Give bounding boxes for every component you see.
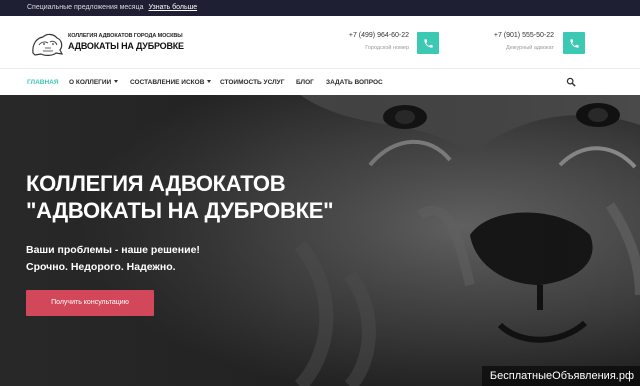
duty-phone-number[interactable]: +7 (901) 555-50-22: [494, 32, 554, 39]
city-phone: +7 (499) 964-60-22 Городской номер: [349, 32, 409, 51]
announcement-text: Специальные предложения месяца: [27, 4, 144, 11]
lion-background-image: [0, 95, 640, 386]
hero-subtitle-line-2: Срочно. Недорого. Надежно.: [26, 261, 176, 273]
logo-subtitle: КОЛЛЕГИЯ АДВОКАТОВ ГОРОДА МОСКВЫ: [68, 33, 183, 39]
nav-item-blog[interactable]: БЛОГ: [296, 69, 314, 96]
nav-item-label: СТОИМОСТЬ УСЛУГ: [220, 79, 285, 86]
nav-item-about[interactable]: О КОЛЛЕГИИ: [69, 69, 119, 96]
duty-phone-label: Дежурный адвокат: [506, 45, 554, 51]
get-consultation-button[interactable]: Получить консультацию: [26, 290, 154, 316]
nav-item-label: ГЛАВНАЯ: [27, 79, 59, 86]
hero-banner: КОЛЛЕГИЯ АДВОКАТОВ "АДВОКАТЫ НА ДУБРОВКЕ…: [0, 95, 640, 386]
nav-item-label: БЛОГ: [296, 79, 314, 86]
hero-title: КОЛЛЕГИЯ АДВОКАТОВ "АДВОКАТЫ НА ДУБРОВКЕ…: [26, 170, 334, 224]
city-call-button[interactable]: [417, 32, 439, 54]
site-header: КОЛЛЕГИЯ АДВОКАТОВ ГОРОДА МОСКВЫ АДВОКАТ…: [0, 16, 640, 68]
lion-emblem-icon: [32, 33, 64, 56]
city-phone-label: Городской номер: [365, 45, 409, 51]
phone-icon: [569, 38, 579, 48]
main-navigation: ГЛАВНАЯ О КОЛЛЕГИИ СОСТАВЛЕНИЕ ИСКОВ СТО…: [0, 68, 640, 95]
top-announcement-bar: Специальные предложения месяца Узнать бо…: [0, 0, 640, 16]
duty-phone: +7 (901) 555-50-22 Дежурный адвокат: [494, 32, 554, 51]
logo-title: АДВОКАТЫ НА ДУБРОВКЕ: [68, 41, 184, 51]
nav-item-prices[interactable]: СТОИМОСТЬ УСЛУГ: [220, 69, 284, 96]
watermark: БесплатныеОбъявления.рф: [481, 366, 640, 386]
nav-item-label: О КОЛЛЕГИИ: [69, 79, 112, 86]
city-phone-number[interactable]: +7 (499) 964-60-22: [349, 32, 409, 39]
chevron-down-icon: [114, 80, 119, 83]
hero-title-line-1: КОЛЛЕГИЯ АДВОКАТОВ: [26, 171, 286, 196]
learn-more-link[interactable]: Узнать больше: [148, 4, 197, 11]
duty-call-button[interactable]: [563, 32, 585, 54]
phone-icon: [423, 38, 433, 48]
hero-title-line-2: "АДВОКАТЫ НА ДУБРОВКЕ": [26, 198, 334, 223]
nav-item-label: ЗАДАТЬ ВОПРОС: [326, 79, 383, 86]
nav-item-label: СОСТАВЛЕНИЕ ИСКОВ: [130, 79, 205, 86]
hero-subtitle: Ваши проблемы - наше решение! Срочно. Не…: [26, 242, 200, 276]
nav-item-home[interactable]: ГЛАВНАЯ: [27, 69, 59, 96]
site-logo[interactable]: КОЛЛЕГИЯ АДВОКАТОВ ГОРОДА МОСКВЫ АДВОКАТ…: [29, 31, 184, 57]
nav-item-ask-question[interactable]: ЗАДАТЬ ВОПРОС: [326, 69, 383, 96]
search-icon[interactable]: [566, 77, 576, 87]
chevron-down-icon: [207, 80, 212, 83]
nav-item-lawsuits[interactable]: СОСТАВЛЕНИЕ ИСКОВ: [130, 69, 212, 96]
hero-subtitle-line-1: Ваши проблемы - наше решение!: [26, 244, 200, 256]
